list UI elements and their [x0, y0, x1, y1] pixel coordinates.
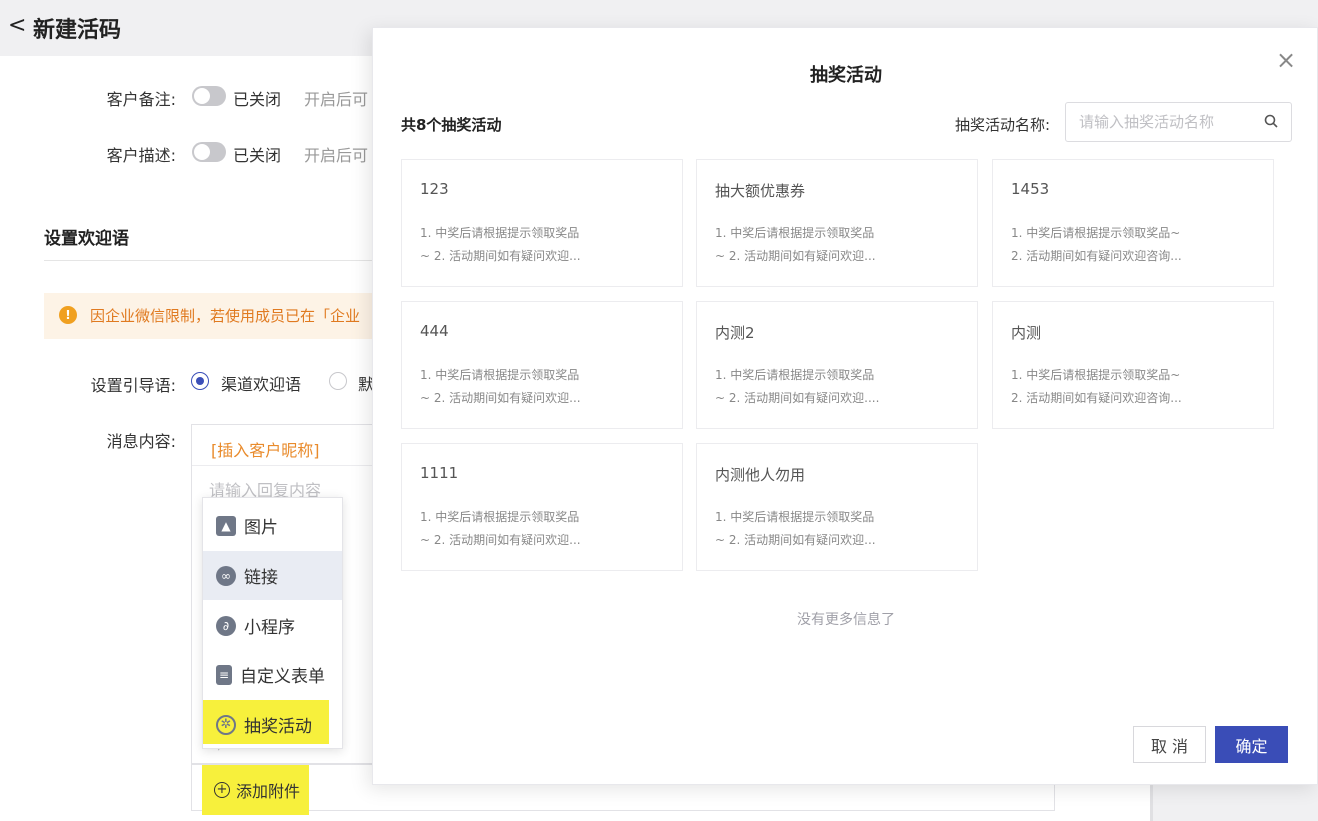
- menu-item-label: 自定义表单: [240, 667, 325, 687]
- radio-default-welcome[interactable]: [329, 372, 347, 390]
- activity-card[interactable]: 内测2 1. 中奖后请根据提示领取奖品 ~ 2. 活动期间如有疑问欢迎....: [696, 301, 978, 429]
- activity-card[interactable]: 444 1. 中奖后请根据提示领取奖品 ~ 2. 活动期间如有疑问欢迎...: [401, 301, 683, 429]
- plus-circle-icon: +: [214, 782, 230, 798]
- activity-card[interactable]: 抽大额优惠券 1. 中奖后请根据提示领取奖品 ~ 2. 活动期间如有疑问欢迎..…: [696, 159, 978, 287]
- lottery-modal: 抽奖活动 × 共8个抽奖活动 抽奖活动名称: 123 1. 中奖后请根据提示领取…: [372, 27, 1318, 785]
- activity-desc: 1. 中奖后请根据提示领取奖品 ~ 2. 活动期间如有疑问欢迎....: [715, 368, 880, 405]
- image-icon: ▲: [216, 515, 236, 536]
- add-attachment-label: 添加附件: [236, 782, 301, 801]
- activity-card[interactable]: 1111 1. 中奖后请根据提示领取奖品 ~ 2. 活动期间如有疑问欢迎...: [401, 443, 683, 571]
- message-label: 消息内容:: [106, 432, 176, 451]
- modal-title: 抽奖活动: [810, 65, 882, 86]
- customer-remark-label: 客户备注:: [106, 90, 176, 109]
- activity-desc: 1. 中奖后请根据提示领取奖品 ~ 2. 活动期间如有疑问欢迎...: [715, 510, 876, 547]
- mini-program-icon: ∂: [216, 615, 236, 636]
- customer-desc-toggle[interactable]: [192, 142, 226, 162]
- warning-text: 因企业微信限制，若使用成员已在「企业: [90, 307, 361, 325]
- close-icon[interactable]: ×: [1276, 48, 1296, 72]
- menu-item-label: 图片: [244, 518, 278, 538]
- menu-item-label: 小程序: [244, 618, 295, 638]
- customer-desc-label: 客户描述:: [106, 146, 176, 165]
- menu-item-image[interactable]: ▲ 图片: [203, 501, 342, 550]
- chevron-left-icon[interactable]: <: [8, 13, 26, 38]
- activity-card[interactable]: 内测 1. 中奖后请根据提示领取奖品~ 2. 活动期间如有疑问欢迎咨询...: [992, 301, 1274, 429]
- activity-name: 内测2: [715, 324, 755, 342]
- customer-desc-hint: 开启后可: [304, 146, 369, 165]
- menu-item-label: 链接: [244, 568, 278, 588]
- activity-name: 123: [420, 180, 449, 198]
- activity-desc: 1. 中奖后请根据提示领取奖品~ 2. 活动期间如有疑问欢迎咨询...: [1011, 368, 1182, 405]
- activity-name: 1453: [1011, 180, 1050, 198]
- menu-item-mini-program[interactable]: ∂ 小程序: [203, 601, 342, 650]
- activity-name: 抽大额优惠券: [715, 182, 806, 200]
- lottery-icon: ✲: [216, 714, 236, 735]
- page-title: 新建活码: [33, 18, 122, 43]
- menu-item-custom-form[interactable]: ≡ 自定义表单: [203, 650, 342, 699]
- customer-remark-hint: 开启后可: [304, 90, 369, 109]
- activity-count: 共8个抽奖活动: [401, 116, 502, 134]
- search-box: [1065, 102, 1292, 142]
- menu-item-link[interactable]: ∞ 链接: [203, 551, 342, 600]
- activity-name: 内测他人勿用: [715, 466, 806, 484]
- menu-item-label: 抽奖活动: [244, 717, 312, 737]
- search-label: 抽奖活动名称:: [955, 116, 1051, 134]
- guide-label: 设置引导语:: [90, 376, 176, 395]
- activity-desc: 1. 中奖后请根据提示领取奖品 ~ 2. 活动期间如有疑问欢迎...: [715, 226, 876, 263]
- activity-name: 444: [420, 322, 449, 340]
- search-input[interactable]: [1066, 103, 1256, 141]
- search-icon[interactable]: [1264, 114, 1278, 128]
- editor-divider: [192, 465, 372, 466]
- activity-name: 1111: [420, 464, 459, 482]
- no-more-text: 没有更多信息了: [797, 612, 895, 628]
- link-icon: ∞: [216, 565, 236, 586]
- cancel-button[interactable]: 取 消: [1133, 726, 1206, 763]
- activity-desc: 1. 中奖后请根据提示领取奖品 ~ 2. 活动期间如有疑问欢迎...: [420, 368, 581, 405]
- welcome-section-title: 设置欢迎语: [44, 229, 129, 249]
- section-divider: [44, 260, 374, 261]
- attachment-menu: ▲ 图片 ∞ 链接 ∂ 小程序 ≡ 自定义表单 ✲ 抽奖活动: [202, 497, 343, 749]
- customer-remark-toggle[interactable]: [192, 86, 226, 106]
- activity-desc: 1. 中奖后请根据提示领取奖品 ~ 2. 活动期间如有疑问欢迎...: [420, 510, 581, 547]
- form-icon: ≡: [216, 664, 232, 685]
- warning-banner: ! 因企业微信限制，若使用成员已在「企业: [44, 293, 374, 339]
- insert-nickname-link[interactable]: [插入客户昵称]: [211, 437, 320, 461]
- activity-desc: 1. 中奖后请根据提示领取奖品~ 2. 活动期间如有疑问欢迎咨询...: [1011, 226, 1182, 263]
- activity-name: 内测: [1011, 324, 1042, 342]
- activity-card[interactable]: 123 1. 中奖后请根据提示领取奖品 ~ 2. 活动期间如有疑问欢迎...: [401, 159, 683, 287]
- warning-icon: !: [59, 306, 77, 324]
- confirm-button[interactable]: 确定: [1215, 726, 1288, 763]
- radio-channel-welcome[interactable]: [191, 372, 209, 390]
- customer-desc-toggle-text: 已关闭: [233, 146, 282, 165]
- add-attachment-button[interactable]: + 添加附件: [202, 765, 309, 815]
- activity-desc: 1. 中奖后请根据提示领取奖品 ~ 2. 活动期间如有疑问欢迎...: [420, 226, 581, 263]
- activity-card[interactable]: 内测他人勿用 1. 中奖后请根据提示领取奖品 ~ 2. 活动期间如有疑问欢迎..…: [696, 443, 978, 571]
- menu-item-lottery[interactable]: ✲ 抽奖活动: [203, 700, 342, 749]
- activity-card[interactable]: 1453 1. 中奖后请根据提示领取奖品~ 2. 活动期间如有疑问欢迎咨询...: [992, 159, 1274, 287]
- radio-channel-welcome-label[interactable]: 渠道欢迎语: [221, 371, 301, 395]
- customer-remark-toggle-text: 已关闭: [233, 90, 282, 109]
